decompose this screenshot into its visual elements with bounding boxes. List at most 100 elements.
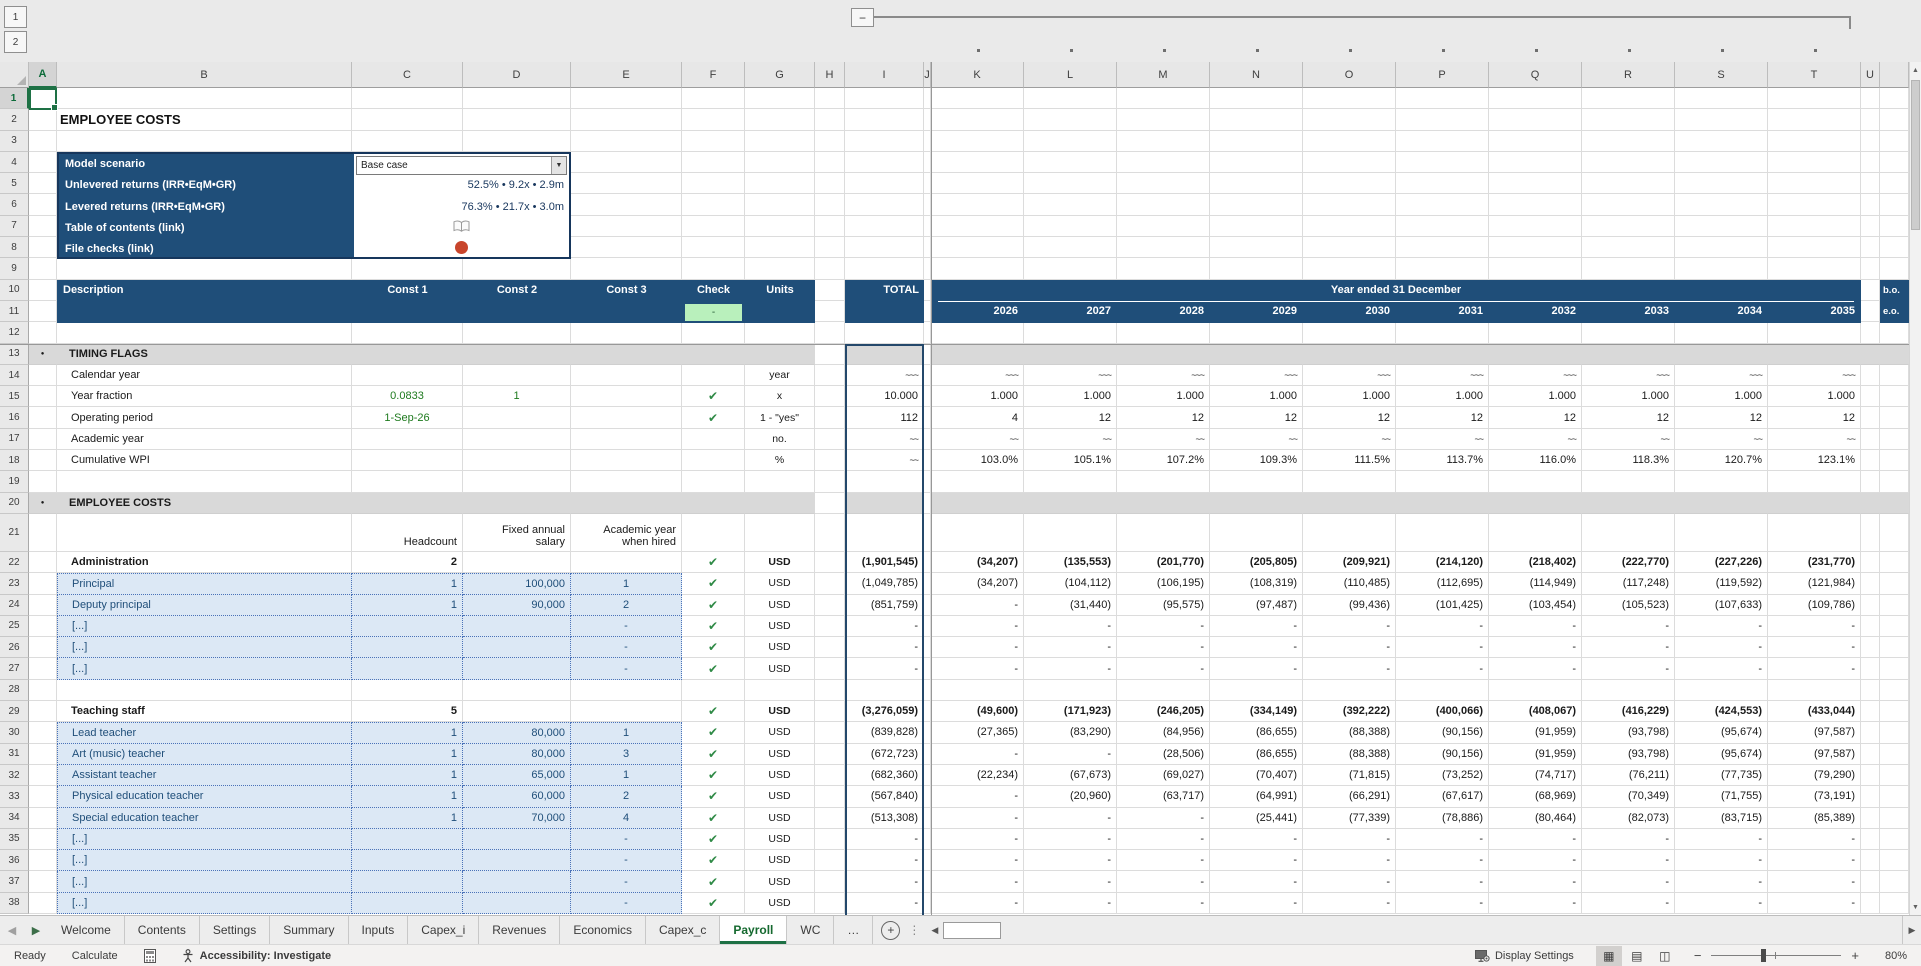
- cell-U35[interactable]: [1861, 829, 1880, 850]
- cell-L1[interactable]: [1024, 88, 1117, 109]
- cell-E1[interactable]: [571, 88, 682, 109]
- cell-B9[interactable]: [57, 258, 352, 279]
- cell-B12[interactable]: [57, 322, 352, 343]
- year-header-2032[interactable]: 2032: [1489, 301, 1582, 322]
- cell-T21[interactable]: [1768, 514, 1861, 552]
- cell-V1[interactable]: [1880, 88, 1909, 109]
- cell-R34[interactable]: (82,073): [1582, 808, 1675, 829]
- cell-A10[interactable]: [29, 280, 57, 301]
- cell-V38[interactable]: [1880, 893, 1909, 914]
- cell-N38[interactable]: -: [1210, 893, 1303, 914]
- cell-E33[interactable]: 2: [571, 786, 682, 807]
- cell-Q28[interactable]: [1489, 680, 1582, 701]
- cell-C2[interactable]: [352, 109, 463, 130]
- cell-D38[interactable]: [463, 893, 571, 914]
- row-header-23[interactable]: 23: [0, 573, 29, 594]
- cell-M22[interactable]: (201,770): [1117, 552, 1210, 573]
- cell-C16[interactable]: 1-Sep-26: [352, 407, 463, 428]
- cell-J3[interactable]: [924, 131, 931, 152]
- cell-K26[interactable]: -: [931, 637, 1024, 658]
- cell-P33[interactable]: (67,617): [1396, 786, 1489, 807]
- cell-M26[interactable]: -: [1117, 637, 1210, 658]
- cell-O20[interactable]: [1303, 493, 1396, 514]
- cell-J32[interactable]: [924, 765, 931, 786]
- cell-A6[interactable]: [29, 194, 57, 215]
- sheet-tab-more[interactable]: …: [834, 916, 873, 944]
- tab-scroll-left-icon[interactable]: ◀: [0, 916, 24, 944]
- cell-B29[interactable]: Teaching staff: [57, 701, 352, 722]
- status-calculate[interactable]: Calculate: [72, 950, 118, 962]
- cell-S27[interactable]: -: [1675, 658, 1768, 679]
- cell-L9[interactable]: [1024, 258, 1117, 279]
- cell-D29[interactable]: [463, 701, 571, 722]
- cell-G5[interactable]: [745, 173, 815, 194]
- cell-O25[interactable]: -: [1303, 616, 1396, 637]
- cell-F7[interactable]: [682, 216, 745, 237]
- cell-S24[interactable]: (107,633): [1675, 595, 1768, 616]
- cell-A18[interactable]: [29, 450, 57, 471]
- cell-Q14[interactable]: ~~~: [1489, 365, 1582, 386]
- cell-P15[interactable]: 1.000: [1396, 386, 1489, 407]
- cell-O18[interactable]: 111.5%: [1303, 450, 1396, 471]
- cell-P8[interactable]: [1396, 237, 1489, 258]
- cell-M21[interactable]: [1117, 514, 1210, 552]
- row-header-30[interactable]: 30: [0, 722, 29, 743]
- outline-level-2-button[interactable]: 2: [4, 31, 27, 53]
- cell-T19[interactable]: [1768, 471, 1861, 492]
- cell-Q24[interactable]: (103,454): [1489, 595, 1582, 616]
- cell-I17[interactable]: ~~: [845, 429, 924, 450]
- cell-T13[interactable]: [1768, 344, 1861, 365]
- cell-Q5[interactable]: [1489, 173, 1582, 194]
- active-cell-a1[interactable]: [29, 88, 57, 110]
- cell-M28[interactable]: [1117, 680, 1210, 701]
- cell-R36[interactable]: -: [1582, 850, 1675, 871]
- cell-L2[interactable]: [1024, 109, 1117, 130]
- cell-P6[interactable]: [1396, 194, 1489, 215]
- cell-V27[interactable]: [1880, 658, 1909, 679]
- cell-N23[interactable]: (108,319): [1210, 573, 1303, 594]
- cell-D3[interactable]: [463, 131, 571, 152]
- cell-K15[interactable]: 1.000: [931, 386, 1024, 407]
- cell-L7[interactable]: [1024, 216, 1117, 237]
- cell-K13[interactable]: [931, 344, 1024, 365]
- cell-F27[interactable]: ✔: [682, 658, 745, 679]
- cell-L37[interactable]: -: [1024, 871, 1117, 892]
- cell-F1[interactable]: [682, 88, 745, 109]
- cell-U28[interactable]: [1861, 680, 1880, 701]
- cell-O6[interactable]: [1303, 194, 1396, 215]
- cell-T24[interactable]: (109,786): [1768, 595, 1861, 616]
- cell-O7[interactable]: [1303, 216, 1396, 237]
- cell-M13[interactable]: [1117, 344, 1210, 365]
- cell-L27[interactable]: -: [1024, 658, 1117, 679]
- cell-P4[interactable]: [1396, 152, 1489, 173]
- cell-Q21[interactable]: [1489, 514, 1582, 552]
- cell-E7[interactable]: [571, 216, 682, 237]
- cell-E27[interactable]: -: [571, 658, 682, 679]
- cell-U29[interactable]: [1861, 701, 1880, 722]
- cell-E24[interactable]: 2: [571, 595, 682, 616]
- cell-P26[interactable]: -: [1396, 637, 1489, 658]
- cell-G19[interactable]: [745, 471, 815, 492]
- cell-R1[interactable]: [1582, 88, 1675, 109]
- cell-Q18[interactable]: 116.0%: [1489, 450, 1582, 471]
- column-header-O[interactable]: O: [1303, 62, 1396, 88]
- cell-P9[interactable]: [1396, 258, 1489, 279]
- cell-F9[interactable]: [682, 258, 745, 279]
- cell-G1[interactable]: [745, 88, 815, 109]
- cell-D31[interactable]: 80,000: [463, 744, 571, 765]
- cell-I38[interactable]: -: [845, 893, 924, 914]
- cell-Q35[interactable]: -: [1489, 829, 1582, 850]
- cell-A36[interactable]: [29, 850, 57, 871]
- cell-N27[interactable]: -: [1210, 658, 1303, 679]
- sheet-tab-summary[interactable]: Summary: [270, 916, 348, 944]
- cell-Q12[interactable]: [1489, 322, 1582, 343]
- cell-P19[interactable]: [1396, 471, 1489, 492]
- cell-I15[interactable]: 10.000: [845, 386, 924, 407]
- cell-G14[interactable]: year: [745, 365, 815, 386]
- cell-T12[interactable]: [1768, 322, 1861, 343]
- cell-Q37[interactable]: -: [1489, 871, 1582, 892]
- cell-T15[interactable]: 1.000: [1768, 386, 1861, 407]
- cell-J31[interactable]: [924, 744, 931, 765]
- cell-I36[interactable]: -: [845, 850, 924, 871]
- cell-I28[interactable]: [845, 680, 924, 701]
